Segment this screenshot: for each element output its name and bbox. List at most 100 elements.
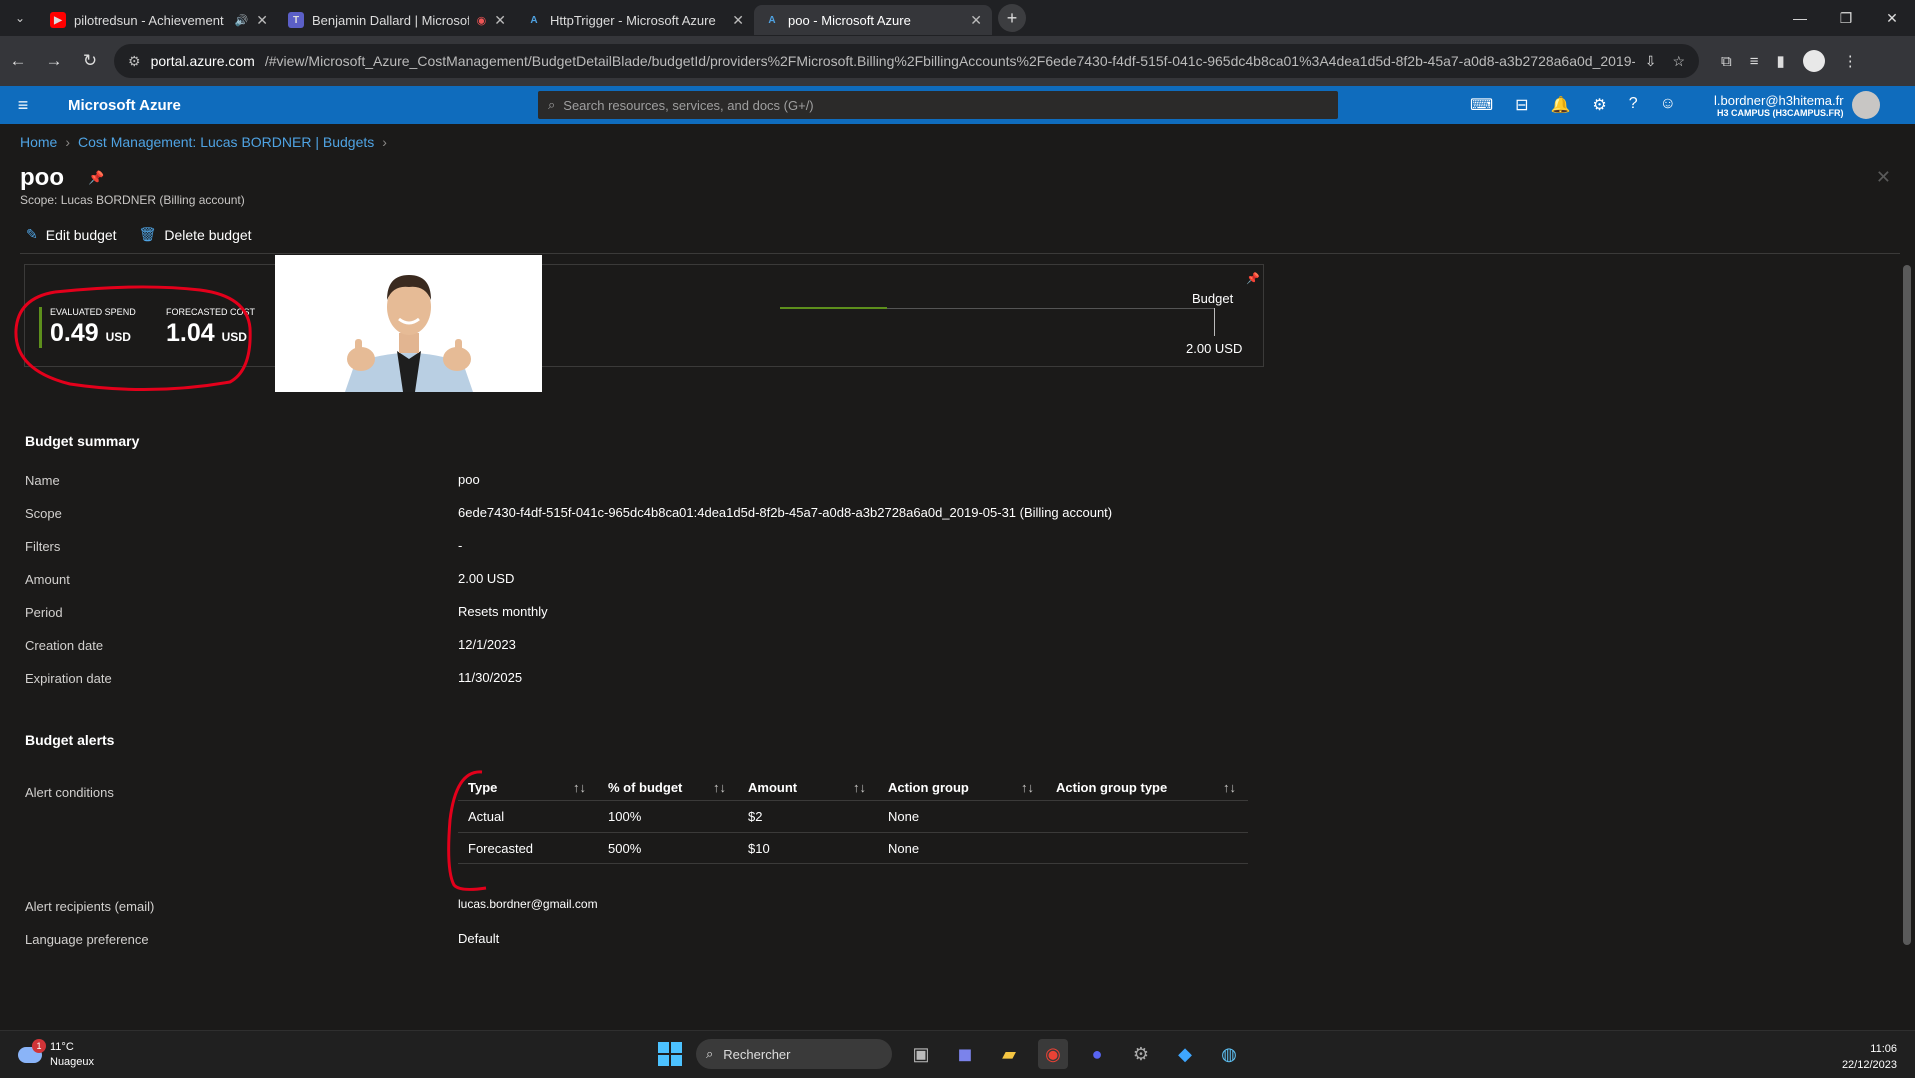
restore-icon[interactable]: ❐ (1823, 0, 1869, 36)
file-explorer-icon[interactable]: ▰ (994, 1039, 1024, 1069)
directory-filter-icon[interactable]: ⊟ (1515, 95, 1528, 115)
delete-budget-label: Delete budget (164, 226, 252, 243)
weather-widget[interactable]: 1 11°C Nuageux (18, 1039, 95, 1070)
column-header-type[interactable]: Type ↑↓ (458, 780, 598, 795)
account-info[interactable]: l.bordner@h3hitema.fr H3 CAMPUS (H3CAMPU… (1714, 93, 1844, 118)
sort-icon[interactable]: ↑↓ (1021, 780, 1034, 795)
back-icon[interactable]: ← (0, 51, 36, 71)
globe-icon[interactable]: ◍ (1214, 1039, 1244, 1069)
url-field[interactable]: ⚙ portal.azure.com /#view/Microsoft_Azure… (114, 44, 1699, 78)
recording-icon: ◉ (476, 14, 487, 27)
table-row[interactable]: Actual 100% $2 None (458, 800, 1248, 832)
azure-brand[interactable]: Microsoft Azure (46, 97, 538, 114)
clock-time: 11:06 (1870, 1043, 1897, 1055)
side-panel-icon[interactable]: ▮ (1776, 52, 1784, 70)
task-view-icon[interactable]: ▣ (906, 1039, 936, 1069)
forecasted-cost-label: FORECASTED COST (166, 307, 256, 317)
discord-icon[interactable]: ● (1082, 1039, 1112, 1069)
browser-tab-strip: ⌄ ▶ pilotredsun - Achievement 🔊 ✕ T Benj… (0, 0, 1915, 36)
close-tab-icon[interactable]: ✕ (732, 12, 744, 29)
pin-icon[interactable]: 📌 (1246, 272, 1260, 285)
column-header-amount[interactable]: Amount ↑↓ (738, 780, 878, 795)
cell-amount: $2 (748, 809, 763, 824)
settings-gear-icon[interactable]: ⚙ (1592, 95, 1606, 115)
notifications-bell-icon[interactable]: 🔔 (1551, 95, 1571, 115)
cell-action-group: None (888, 840, 920, 856)
sort-icon[interactable]: ↑↓ (1223, 780, 1236, 795)
weather-temp: 11°C (50, 1041, 74, 1053)
column-header-action-group-type[interactable]: Action group type ↑↓ (1046, 780, 1248, 795)
install-icon[interactable]: ⇩ (1645, 53, 1657, 70)
weather-condition: Nuageux (50, 1056, 95, 1068)
column-header-action-group[interactable]: Action group ↑↓ (878, 780, 1046, 795)
close-window-icon[interactable]: ✕ (1869, 0, 1915, 36)
forward-icon[interactable]: → (36, 51, 72, 71)
close-icon[interactable]: ✕ (1876, 167, 1891, 188)
site-info-icon[interactable]: ⚙ (128, 53, 141, 70)
cloud-shell-icon[interactable]: ⌨ (1470, 95, 1493, 115)
delete-budget-button[interactable]: 🗑 Delete budget (139, 226, 252, 243)
taskbar-search-input[interactable]: ⌕ Rechercher (696, 1039, 892, 1069)
summary-label-expiration-date: Expiration date (25, 671, 112, 686)
sort-icon[interactable]: ↑↓ (853, 780, 866, 795)
forecasted-cost-metric: FORECASTED COST 1.04 USD (166, 307, 255, 348)
close-tab-icon[interactable]: ✕ (494, 12, 506, 29)
table-row[interactable]: Forecasted 500% $10 None (458, 832, 1248, 864)
clock-date: 22/12/2023 (1841, 1059, 1897, 1071)
budget-marker-label: Budget (1192, 291, 1234, 306)
tab-poo[interactable]: A poo - Microsoft Azure ✕ (754, 5, 992, 35)
profile-avatar[interactable] (1802, 50, 1825, 72)
close-tab-icon[interactable]: ✕ (256, 12, 268, 29)
help-icon[interactable]: ? (1629, 95, 1638, 115)
scrollbar[interactable] (1903, 265, 1911, 945)
bookmark-star-icon[interactable]: ☆ (1672, 53, 1685, 70)
pin-icon[interactable]: 📌 (88, 170, 104, 186)
tab-teams[interactable]: T Benjamin Dallard | Microsof ◉ ✕ (278, 5, 516, 35)
summary-value-filters: - (458, 538, 463, 553)
breadcrumb-home[interactable]: Home (20, 134, 57, 150)
settings-gear-icon[interactable]: ⚙ (1126, 1039, 1156, 1069)
breadcrumb-budgets[interactable]: Cost Management: Lucas BORDNER | Budgets (78, 134, 374, 150)
reload-icon[interactable]: ↻ (72, 51, 108, 71)
cell-percent: 100% (608, 809, 642, 824)
summary-label-name: Name (25, 473, 60, 488)
trash-icon: 🗑 (138, 226, 157, 242)
edit-budget-button[interactable]: ✎ Edit budget (26, 226, 117, 243)
language-preference-label: Language preference (25, 932, 149, 947)
column-header-percent[interactable]: % of budget ↑↓ (598, 780, 738, 795)
close-tab-icon[interactable]: ✕ (970, 12, 982, 29)
sort-icon[interactable]: ↑↓ (573, 780, 586, 795)
system-clock[interactable]: 11:06 22/12/2023 (1842, 1041, 1897, 1073)
tab-youtube[interactable]: ▶ pilotredsun - Achievement 🔊 ✕ (40, 5, 278, 35)
feedback-icon[interactable]: ☺ (1660, 95, 1676, 115)
account-tenant: H3 CAMPUS (H3CAMPUS.FR) (1717, 107, 1844, 118)
windows-start-icon[interactable] (658, 1042, 682, 1066)
budget-summary-heading: Budget summary (25, 433, 140, 449)
address-bar-row: ← → ↻ ⚙ portal.azure.com /#view/Microsoft… (0, 36, 1915, 86)
language-preference-value: Default (458, 931, 500, 946)
tab-title: HttpTrigger - Microsoft Azure (550, 12, 716, 28)
chrome-icon[interactable]: ◉ (1038, 1039, 1068, 1069)
summary-value-creation-date: 12/1/2023 (458, 637, 516, 652)
command-bar: ✎ Edit budget 🗑 Delete budget (26, 226, 252, 243)
audio-icon[interactable]: 🔊 (235, 14, 249, 27)
teams-icon[interactable]: ◼ (950, 1039, 980, 1069)
cell-amount: $10 (748, 840, 770, 856)
tab-search-icon[interactable]: ⌄ (0, 11, 40, 25)
new-tab-button[interactable]: + (998, 4, 1026, 32)
menu-icon[interactable]: ⋮ (1843, 52, 1858, 70)
teams-icon: T (288, 12, 304, 28)
global-search-input[interactable]: ⌕ Search resources, services, and docs (… (538, 91, 1338, 119)
red-annotation-marks (14, 285, 487, 891)
vscode-icon[interactable]: ◆ (1170, 1039, 1200, 1069)
media-icon[interactable]: ≡ (1750, 53, 1759, 70)
tab-httptrigger[interactable]: A HttpTrigger - Microsoft Azure ✕ (516, 5, 754, 35)
extensions-icon[interactable]: ⧉ (1721, 53, 1732, 70)
chevron-right-icon: › (65, 134, 71, 150)
divider (20, 253, 1900, 254)
currency-label: USD (221, 330, 247, 344)
avatar[interactable] (1851, 91, 1880, 119)
minimize-icon[interactable]: — (1777, 0, 1823, 36)
sort-icon[interactable]: ↑↓ (713, 780, 726, 795)
portal-menu-icon[interactable]: ≡ (0, 95, 46, 116)
